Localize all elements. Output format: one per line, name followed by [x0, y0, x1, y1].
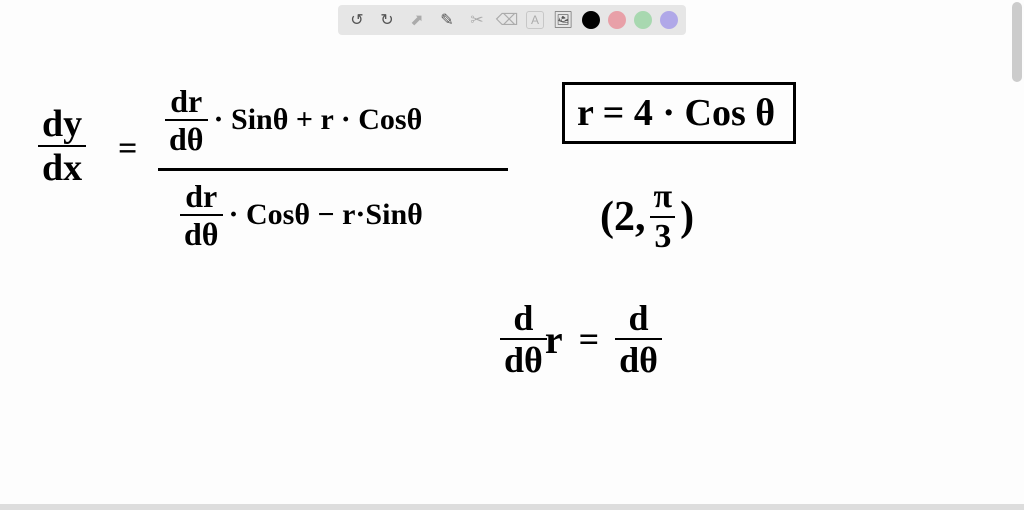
dydx-fraction: dy dx	[38, 105, 86, 187]
pi-num: π	[650, 180, 677, 216]
color-red[interactable]	[608, 11, 626, 29]
dtheta-den-bot: dθ	[180, 214, 223, 250]
dtheta-den-2: dθ	[615, 338, 662, 378]
whiteboard-canvas[interactable]: dy dx = dr dθ · Sinθ + r · Cosθ dr dθ · …	[0, 40, 1024, 510]
dr-num-top: dr	[166, 85, 206, 119]
pen-tool[interactable]: ✎	[436, 9, 458, 31]
boxed-text: r = 4 · Cos θ	[577, 92, 775, 134]
dtheta-den-top: dθ	[165, 119, 208, 155]
color-green[interactable]	[634, 11, 652, 29]
pointer-tool[interactable]: ⬈	[406, 9, 428, 31]
point-coords: (2, π 3 )	[600, 180, 694, 254]
point-close: )	[680, 193, 694, 241]
denominator-rest: · Cosθ − r·Sinθ	[229, 198, 423, 232]
toolbar: ↺ ↻ ⬈ ✎ ✂ ⌫ A 🖼	[338, 5, 686, 35]
color-purple[interactable]	[660, 11, 678, 29]
dr-num-bot: dr	[181, 180, 221, 214]
boxed-equation: r = 4 · Cos θ	[562, 82, 796, 144]
r-variable: r	[545, 316, 563, 363]
d-num-2: d	[624, 300, 652, 338]
dtheta-den-1: dθ	[500, 338, 547, 378]
d-num-1: d	[509, 300, 537, 338]
dy-numerator: dy	[38, 105, 86, 145]
numerator-rest: · Sinθ + r · Cosθ	[214, 103, 423, 137]
point-open: (2,	[600, 193, 646, 241]
equals-1: =	[118, 130, 137, 168]
main-fraction-bar	[158, 168, 508, 171]
color-black[interactable]	[582, 11, 600, 29]
eraser-tool[interactable]: ⌫	[496, 9, 518, 31]
three-den: 3	[650, 216, 675, 254]
derivative-line: d dθ r = d dθ	[500, 300, 662, 378]
rhs-numerator: dr dθ · Sinθ + r · Cosθ	[165, 85, 422, 155]
undo-button[interactable]: ↺	[346, 9, 368, 31]
redo-button[interactable]: ↻	[376, 9, 398, 31]
dx-denominator: dx	[38, 145, 86, 187]
scissors-tool[interactable]: ✂	[466, 9, 488, 31]
rhs-denominator: dr dθ · Cosθ − r·Sinθ	[180, 180, 423, 250]
equals-2: =	[579, 318, 600, 360]
text-tool[interactable]: A	[526, 11, 544, 29]
image-tool[interactable]: 🖼	[552, 9, 574, 31]
